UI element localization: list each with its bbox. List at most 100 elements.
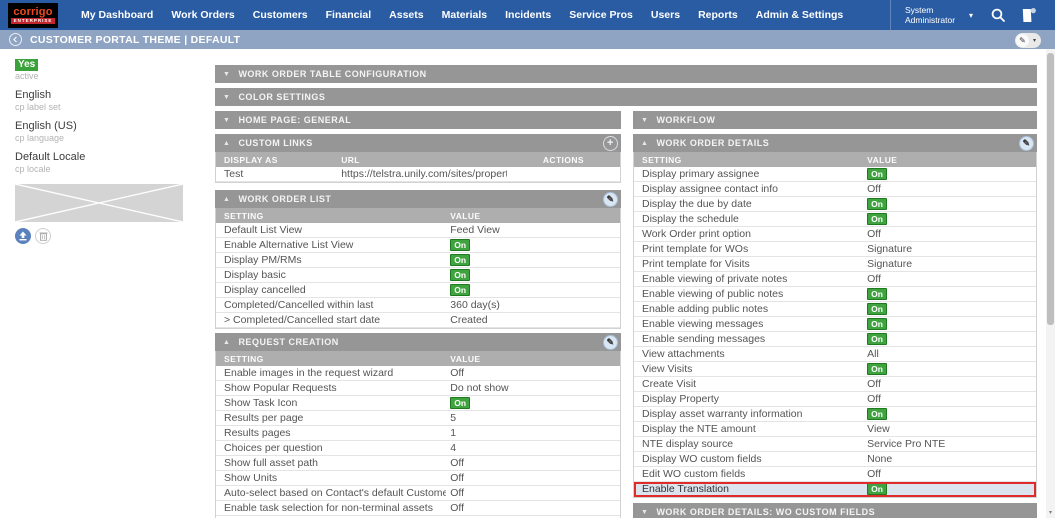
- table-row[interactable]: Work Order print option Off: [634, 227, 1036, 242]
- setting-label: Print template for Visits: [642, 258, 750, 270]
- table-row[interactable]: Choices per question 4: [216, 441, 620, 456]
- table-row[interactable]: Results per page 5: [216, 411, 620, 426]
- chevron-up-icon: ▲: [223, 195, 231, 203]
- panel-title: WORK ORDER DETAILS: [656, 138, 770, 148]
- nav-item-reports[interactable]: Reports: [689, 0, 747, 30]
- panel-request-creation: ▲ REQUEST CREATION ✎ SETTING VALUE Enabl…: [215, 333, 621, 518]
- nav-item-work-orders[interactable]: Work Orders: [162, 0, 243, 30]
- table-row[interactable]: Results pages 1: [216, 426, 620, 441]
- table-row[interactable]: Show Task Icon On: [216, 396, 620, 411]
- panel-color-settings: ▼ COLOR SETTINGS: [215, 88, 1037, 106]
- nav-item-my-dashboard[interactable]: My Dashboard: [72, 0, 162, 30]
- chevron-down-icon: ▾: [968, 10, 973, 20]
- setting-label: Enable Alternative List View: [224, 239, 354, 251]
- upload-image-button[interactable]: [15, 228, 31, 244]
- table-row[interactable]: Enable Translation On: [634, 482, 1036, 497]
- panel-work-order-details: ▲ WORK ORDER DETAILS ✎ SETTING VALUE Dis…: [633, 134, 1037, 498]
- table-row[interactable]: > Completed/Cancelled start date Created: [216, 313, 620, 328]
- panel-header-work-order-details[interactable]: ▲ WORK ORDER DETAILS ✎: [633, 134, 1037, 152]
- nav-item-materials[interactable]: Materials: [433, 0, 497, 30]
- setting-value: Off: [450, 502, 465, 514]
- table-row[interactable]: Default List View Feed View: [216, 223, 620, 238]
- edit-work-order-details-button[interactable]: ✎: [1019, 135, 1034, 151]
- setting-value: On: [863, 363, 1036, 375]
- table-row[interactable]: Display WO custom fields None: [634, 452, 1036, 467]
- setting-value: Off: [867, 183, 881, 195]
- setting-label: Display the NTE amount: [642, 423, 756, 435]
- work-order-details-table: SETTING VALUE Display primary assignee On…: [633, 152, 1037, 498]
- search-icon[interactable]: [983, 0, 1013, 30]
- sidebar-field-label: active: [15, 71, 39, 81]
- setting-value: On: [863, 483, 1036, 495]
- table-row[interactable]: Show Units Off: [216, 471, 620, 486]
- nav-item-incidents[interactable]: Incidents: [496, 0, 560, 30]
- custom-link-row[interactable]: Test https://telstra.unily.com/sites/pro…: [216, 167, 620, 182]
- table-row[interactable]: Print template for WOs Signature: [634, 242, 1036, 257]
- chevron-down-icon: ▾: [1032, 38, 1036, 44]
- edit-request-creation-button[interactable]: ✎: [603, 334, 618, 350]
- nav-item-assets[interactable]: Assets: [380, 0, 432, 30]
- table-row[interactable]: Display cancelled On: [216, 283, 620, 298]
- table-row[interactable]: View Visits On: [634, 362, 1036, 377]
- add-custom-link-button[interactable]: +: [603, 135, 618, 151]
- table-row[interactable]: Display the due by date On: [634, 197, 1036, 212]
- nav-item-admin-settings[interactable]: Admin & Settings: [747, 0, 853, 30]
- on-badge: On: [867, 318, 887, 330]
- table-row[interactable]: Show full asset path Off: [216, 456, 620, 471]
- table-row[interactable]: Enable viewing messages On: [634, 317, 1036, 332]
- panel-header-wo-custom-fields[interactable]: ▼ WORK ORDER DETAILS: WO CUSTOM FIELDS: [633, 503, 1037, 518]
- panel-header-home-page-general[interactable]: ▼ HOME PAGE: GENERAL: [215, 111, 621, 129]
- edit-work-order-list-button[interactable]: ✎: [603, 191, 618, 207]
- panel-header-workflow[interactable]: ▼ WORKFLOW: [633, 111, 1037, 129]
- table-row[interactable]: Enable viewing of public notes On: [634, 287, 1036, 302]
- table-row[interactable]: View attachments All: [634, 347, 1036, 362]
- table-row[interactable]: Display basic On: [216, 268, 620, 283]
- table-row[interactable]: Enable Alternative List View On: [216, 238, 620, 253]
- table-row[interactable]: Display asset warranty information On: [634, 407, 1036, 422]
- table-row[interactable]: Auto-select based on Contact's default C…: [216, 486, 620, 501]
- panel-header-work-order-list[interactable]: ▲ WORK ORDER LIST ✎: [215, 190, 621, 208]
- table-row[interactable]: Show Popular Requests Do not show: [216, 381, 620, 396]
- setting-label: Edit WO custom fields: [642, 468, 746, 480]
- table-row[interactable]: Display primary assignee On: [634, 167, 1036, 182]
- column-header-setting: SETTING: [642, 154, 682, 165]
- table-row[interactable]: Create Visit Off: [634, 377, 1036, 392]
- nav-item-financial[interactable]: Financial: [317, 0, 381, 30]
- table-row[interactable]: Print template for Visits Signature: [634, 257, 1036, 272]
- panel-header-request-creation[interactable]: ▲ REQUEST CREATION ✎: [215, 333, 621, 351]
- table-row[interactable]: Display the NTE amount View: [634, 422, 1036, 437]
- table-row[interactable]: Enable adding public notes On: [634, 302, 1036, 317]
- scrollbar-down-arrow[interactable]: ▾: [1046, 509, 1055, 516]
- table-row[interactable]: Display PM/RMs On: [216, 253, 620, 268]
- setting-value: Off: [450, 487, 465, 499]
- table-row[interactable]: Display Property Off: [634, 392, 1036, 407]
- panel-header-work-order-table-configuration[interactable]: ▼ WORK ORDER TABLE CONFIGURATION: [215, 65, 1037, 83]
- page-edit-menu[interactable]: ✎ ▾: [1015, 33, 1041, 48]
- table-row[interactable]: Enable images in the request wizard Off: [216, 366, 620, 381]
- back-button[interactable]: [9, 33, 22, 46]
- setting-value: On: [863, 213, 1036, 225]
- panel-home-page-general: ▼ HOME PAGE: GENERAL: [215, 111, 621, 129]
- nav-item-users[interactable]: Users: [642, 0, 689, 30]
- table-row[interactable]: Enable task selection for non-terminal a…: [216, 501, 620, 516]
- table-row[interactable]: Completed/Cancelled within last 360 day(s…: [216, 298, 620, 313]
- nav-item-customers[interactable]: Customers: [244, 0, 317, 30]
- user-menu[interactable]: System Administrator ▾: [889, 0, 983, 30]
- scrollbar-thumb[interactable]: [1047, 53, 1054, 325]
- nav-item-service-pros[interactable]: Service Pros: [560, 0, 642, 30]
- setting-label: Print template for WOs: [642, 243, 749, 255]
- panel-header-color-settings[interactable]: ▼ COLOR SETTINGS: [215, 88, 1037, 106]
- custom-links-header-row: DISPLAY AS URL ACTIONS: [216, 152, 620, 167]
- table-row[interactable]: Edit WO custom fields Off: [634, 467, 1036, 482]
- table-row[interactable]: Enable viewing of private notes Off: [634, 272, 1036, 287]
- delete-image-button[interactable]: [35, 228, 51, 244]
- table-row[interactable]: Enable sending messages On: [634, 332, 1036, 347]
- table-row[interactable]: Display the schedule On: [634, 212, 1036, 227]
- table-row[interactable]: NTE display source Service Pro NTE: [634, 437, 1036, 452]
- active-status-badge: Yes: [15, 59, 39, 71]
- vertical-scrollbar[interactable]: ▾: [1046, 49, 1055, 518]
- panel-header-custom-links[interactable]: ▲ CUSTOM LINKS +: [215, 134, 621, 152]
- table-row[interactable]: Display assignee contact info Off: [634, 182, 1036, 197]
- notifications-icon[interactable]: [1013, 0, 1043, 30]
- setting-label: Enable viewing messages: [642, 318, 764, 330]
